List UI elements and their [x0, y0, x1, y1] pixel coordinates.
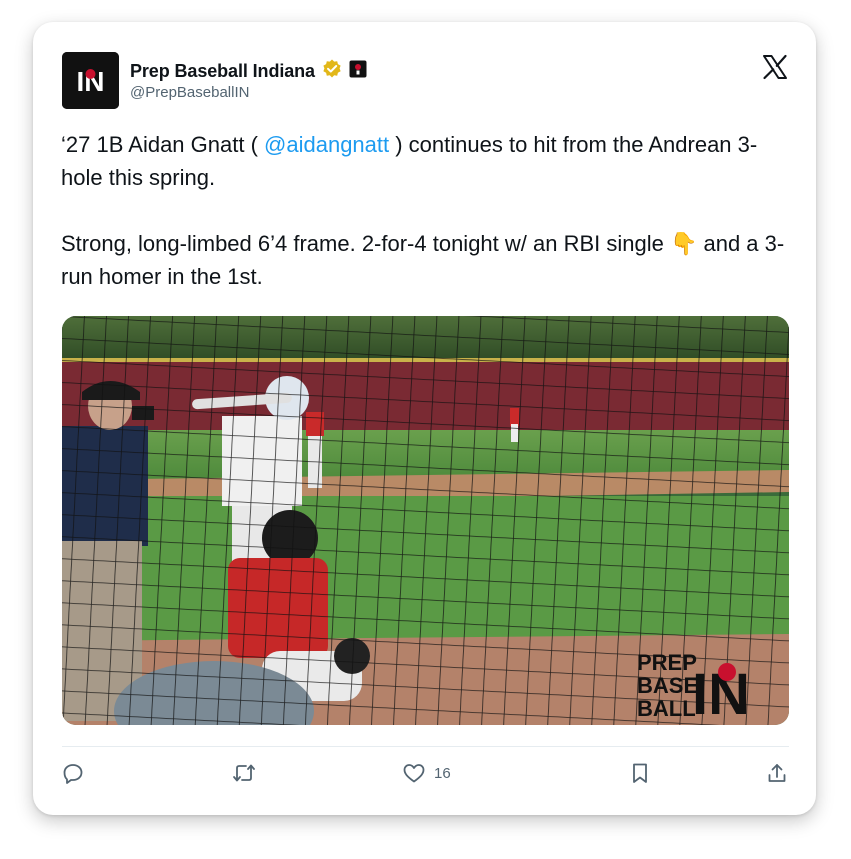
tweet-paragraph-1: ‘27 1B Aidan Gnatt ( @aidangnatt ) conti…	[61, 128, 791, 194]
watermark-line3: BALL	[637, 696, 696, 721]
mention-link[interactable]: @aidangnatt	[264, 132, 389, 157]
affiliate-badge-icon[interactable]	[349, 60, 367, 83]
share-icon	[766, 762, 788, 784]
tweet-paragraph-2: Strong, long-limbed 6’4 frame. 2-for-4 t…	[61, 231, 785, 289]
retweet-button[interactable]	[232, 762, 256, 784]
reply-button[interactable]	[62, 762, 84, 784]
reply-icon	[62, 762, 84, 784]
baseball-game-image: PREP BASE BALL IN	[62, 316, 789, 725]
like-count: 16	[434, 764, 451, 782]
watermark-line2: BASE	[637, 673, 698, 698]
bookmark-button[interactable]	[629, 762, 651, 784]
divider	[62, 746, 789, 747]
tweet-text: ‘27 1B Aidan Gnatt ( @aidangnatt ) conti…	[61, 128, 791, 293]
watermark-line1: PREP	[637, 650, 697, 675]
author-handle[interactable]: @PrepBaseballIN	[130, 84, 249, 101]
x-logo-icon[interactable]	[762, 54, 788, 80]
verified-badge-icon	[321, 58, 343, 85]
heart-icon	[402, 762, 426, 784]
display-name[interactable]: Prep Baseball Indiana	[130, 61, 315, 82]
name-row: Prep Baseball Indiana	[130, 58, 367, 85]
tweet-media-video[interactable]: PREP BASE BALL IN	[62, 316, 789, 725]
avatar[interactable]: IN	[62, 52, 119, 109]
action-bar: 16	[62, 762, 789, 792]
bookmark-icon	[629, 762, 651, 784]
prep-baseball-logo-icon: IN	[62, 52, 119, 109]
media-watermark: PREP BASE BALL IN	[637, 650, 750, 725]
like-button[interactable]: 16	[402, 762, 451, 784]
retweet-icon	[232, 762, 256, 784]
tweet-card[interactable]: IN Prep Baseball Indiana @PrepBaseballIN	[33, 22, 816, 815]
share-button[interactable]	[766, 762, 788, 784]
tweet-text-part: ‘27 1B Aidan Gnatt (	[61, 132, 265, 157]
